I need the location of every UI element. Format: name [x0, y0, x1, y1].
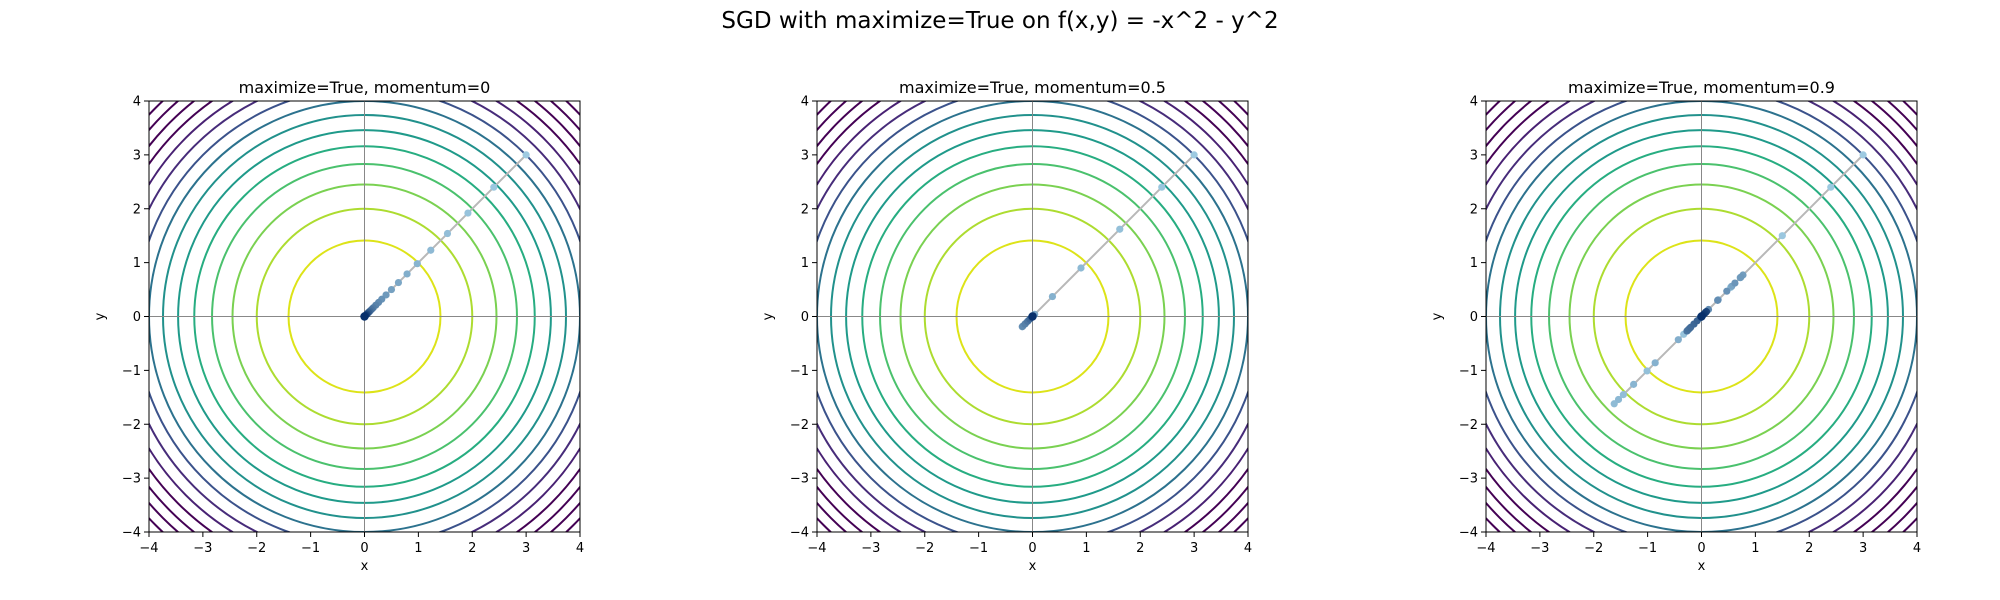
x-tick-label: 1	[1751, 541, 1759, 556]
chart-panel-momentum-0.9: −4 −3 −2 −1 0 1 2 3 4 −4 −3 −2 −1 0 1 2 3 4 x y maximize=Tru…	[1430, 78, 1921, 574]
path-point	[1714, 296, 1722, 304]
y-tick-label: 0	[1470, 310, 1478, 325]
x-tick-label: 2	[1805, 541, 1813, 556]
path-point	[1697, 312, 1706, 321]
x-tick-label: 3	[1859, 541, 1867, 556]
x-tick-label: 4	[1913, 541, 1921, 556]
x-tick-label: −4	[1476, 541, 1495, 556]
path-point	[1737, 273, 1745, 281]
path-point	[1859, 151, 1867, 159]
y-tick-label: −3	[1459, 472, 1478, 487]
path-point	[1614, 395, 1623, 404]
x-tick-label: −3	[1530, 541, 1549, 556]
plot-area	[1486, 101, 1917, 532]
y-tick-label: 4	[1470, 95, 1478, 110]
y-tick-label: 2	[1470, 202, 1478, 217]
y-axis-label: y	[1430, 312, 1445, 320]
path-point	[1674, 336, 1682, 344]
figure: SGD with maximize=True on f(x,y) = -x^2 …	[0, 0, 2000, 600]
x-axis-label: x	[1698, 559, 1706, 574]
x-tick-label: −2	[1584, 541, 1603, 556]
path-point	[1651, 359, 1659, 367]
y-tick-label: −2	[1459, 418, 1478, 433]
path-point	[1630, 380, 1638, 388]
path-point	[1827, 183, 1835, 191]
path-point	[1643, 367, 1651, 375]
y-tick-label: 1	[1470, 256, 1478, 271]
path-point	[1731, 279, 1739, 287]
x-tick-label: 0	[1697, 541, 1705, 556]
panel-title: maximize=True, momentum=0.9	[1568, 78, 1835, 97]
y-tick-label: −1	[1459, 364, 1478, 379]
y-tick-label: −4	[1459, 526, 1478, 541]
path-point	[1778, 232, 1786, 240]
y-tick-label: 3	[1470, 148, 1478, 163]
x-tick-label: −1	[1638, 541, 1657, 556]
path-point	[1723, 287, 1731, 295]
